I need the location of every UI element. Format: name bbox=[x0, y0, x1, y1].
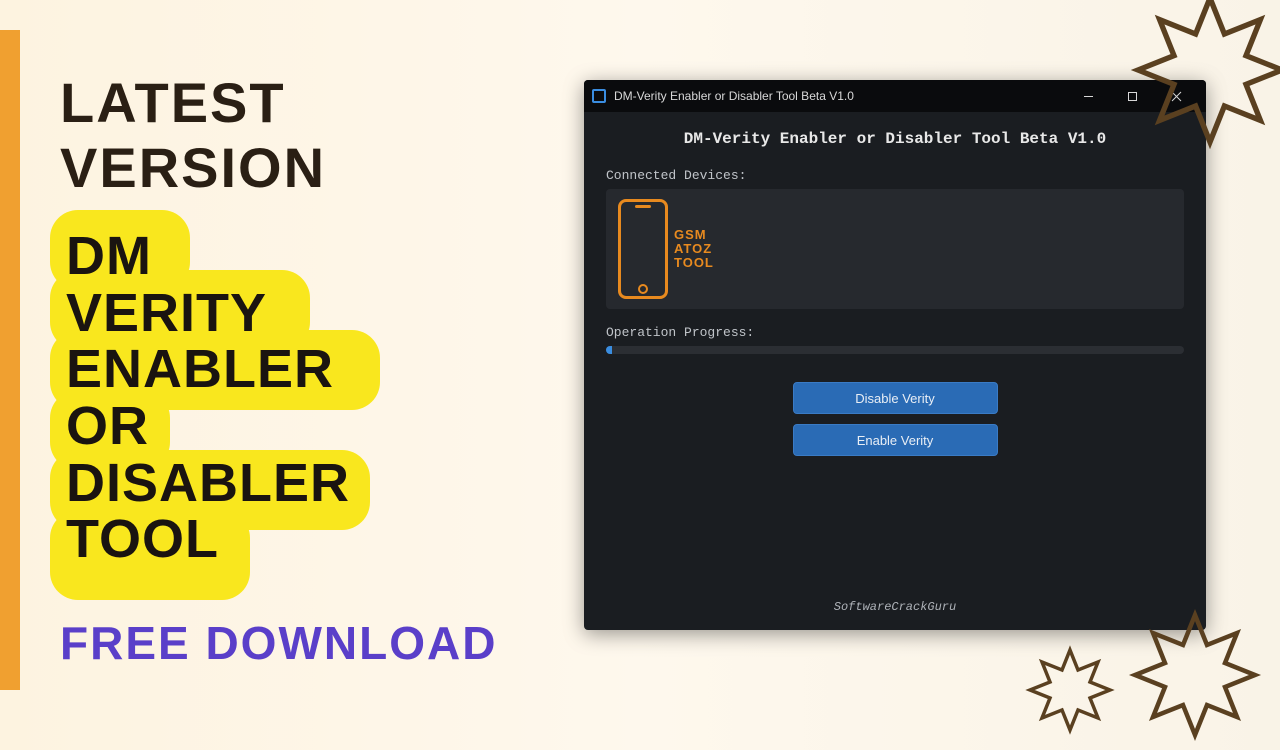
app-window: DM-Verity Enabler or Disabler Tool Beta … bbox=[584, 80, 1206, 630]
app-heading: DM-Verity Enabler or Disabler Tool Beta … bbox=[606, 130, 1184, 148]
logo-line: GSM bbox=[674, 228, 714, 242]
enable-verity-button[interactable]: Enable Verity bbox=[793, 424, 998, 456]
logo-line: ATOZ bbox=[674, 242, 714, 256]
promo-panel: LATEST VERSION DM VERITY ENABLER OR DISA… bbox=[60, 70, 560, 670]
progress-fill bbox=[606, 346, 612, 354]
titlebar-title: DM-Verity Enabler or Disabler Tool Beta … bbox=[614, 89, 1066, 103]
latest-version-heading: LATEST VERSION bbox=[60, 70, 560, 200]
disable-verity-button[interactable]: Disable Verity bbox=[793, 382, 998, 414]
footer-credit: SoftwareCrackGuru bbox=[606, 600, 1184, 620]
titlebar[interactable]: DM-Verity Enabler or Disabler Tool Beta … bbox=[584, 80, 1206, 112]
connected-devices-box: GSM ATOZ TOOL bbox=[606, 189, 1184, 309]
phone-icon bbox=[618, 199, 668, 299]
minimize-button[interactable] bbox=[1066, 80, 1110, 112]
decorative-rosette-icon bbox=[1120, 0, 1280, 160]
decorative-rosette-icon bbox=[1020, 640, 1120, 740]
connected-devices-label: Connected Devices: bbox=[606, 168, 1184, 183]
app-icon bbox=[592, 89, 606, 103]
progress-bar bbox=[606, 346, 1184, 354]
free-download-text: FREE DOWNLOAD bbox=[60, 616, 560, 670]
tool-name-text: DM VERITY ENABLER OR DISABLER TOOL bbox=[60, 220, 356, 576]
tool-name-block: DM VERITY ENABLER OR DISABLER TOOL bbox=[60, 220, 356, 576]
watermark-logo-text: GSM ATOZ TOOL bbox=[674, 228, 714, 271]
app-body: DM-Verity Enabler or Disabler Tool Beta … bbox=[584, 112, 1206, 630]
left-accent-bar bbox=[0, 30, 20, 690]
logo-line: TOOL bbox=[674, 256, 714, 270]
operation-progress-label: Operation Progress: bbox=[606, 325, 1184, 340]
decorative-rosette-icon bbox=[1120, 600, 1270, 750]
